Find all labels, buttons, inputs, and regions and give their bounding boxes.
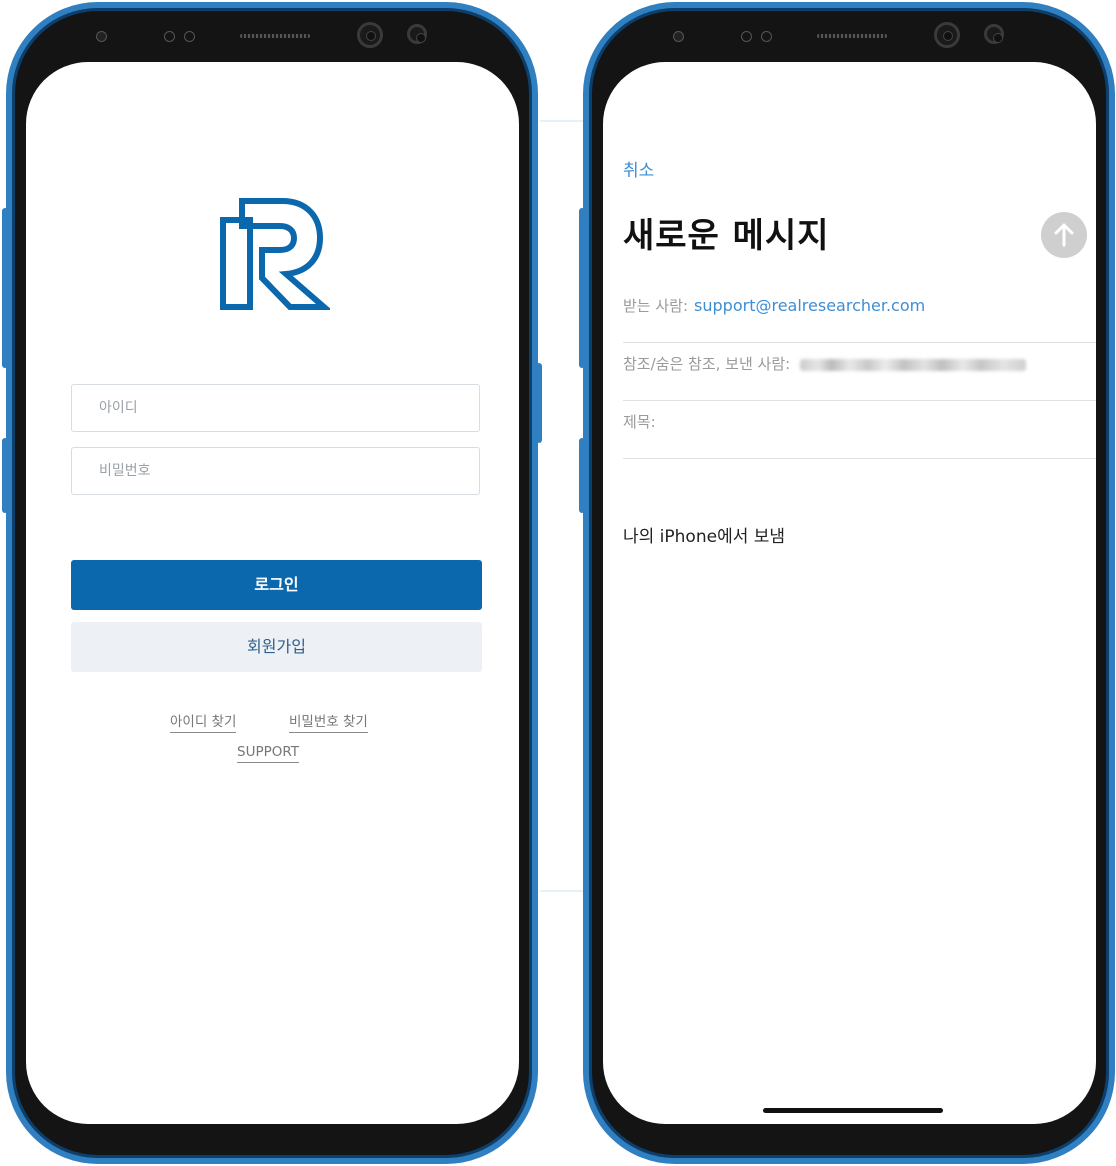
speaker-grille [240, 34, 310, 38]
arrow-up-icon [1054, 223, 1074, 247]
side-button [536, 363, 542, 443]
subject-label: 제목: [623, 413, 656, 431]
front-camera-icon [984, 24, 1004, 44]
phone-frame-mail: 취소 새로운 메시지 받는 사람: support@realresearcher.… [579, 2, 1115, 1164]
cc-label: 참조/숨은 참조, 보낸 사람: [623, 355, 791, 373]
cancel-button[interactable]: 취소 [623, 156, 654, 181]
mail-compose-screen: 취소 새로운 메시지 받는 사람: support@realresearcher.… [603, 62, 1096, 1124]
password-placeholder: 비밀번호 [99, 463, 151, 479]
id-input[interactable]: 아이디 [71, 384, 480, 432]
home-indicator[interactable] [763, 1108, 943, 1113]
front-camera-icon [934, 22, 960, 48]
support-link[interactable]: SUPPORT [237, 744, 300, 763]
sensor-bar [96, 14, 447, 58]
subject-field[interactable]: 제목: [623, 400, 1096, 459]
message-body[interactable]: 나의 iPhone에서 보냄 [623, 522, 785, 547]
find-id-link[interactable]: 아이디 찾기 [170, 710, 237, 733]
side-button [2, 438, 8, 513]
signup-button[interactable]: 회원가입 [71, 622, 482, 672]
front-camera-icon [357, 22, 383, 48]
phone-frame-login: 아이디 비밀번호 로그인 회원가입 아이디 찾기 비밀번호 찾기 SUPPORT [2, 2, 542, 1164]
login-button[interactable]: 로그인 [71, 560, 482, 610]
side-button [579, 208, 585, 368]
sensor-icon [164, 31, 175, 42]
send-button[interactable] [1041, 212, 1087, 258]
speaker-grille [817, 34, 887, 38]
to-label: 받는 사람: [623, 297, 689, 315]
sensor-icon [96, 31, 107, 42]
sensor-icon [761, 31, 772, 42]
to-field[interactable]: 받는 사람: support@realresearcher.com [623, 284, 1096, 343]
sensor-bar [673, 14, 1024, 58]
password-input[interactable]: 비밀번호 [71, 447, 480, 495]
page-title: 새로운 메시지 [623, 216, 830, 256]
front-camera-icon [407, 24, 427, 44]
cc-field[interactable]: 참조/숨은 참조, 보낸 사람: [623, 342, 1096, 401]
id-placeholder: 아이디 [99, 400, 138, 416]
side-button [2, 208, 8, 368]
to-value: support@realresearcher.com [694, 296, 926, 315]
blurred-sender [800, 358, 1027, 371]
find-password-link[interactable]: 비밀번호 찾기 [289, 710, 368, 733]
r-logo-icon [220, 198, 330, 310]
sensor-icon [741, 31, 752, 42]
sensor-icon [184, 31, 195, 42]
side-button [579, 438, 585, 513]
login-screen: 아이디 비밀번호 로그인 회원가입 아이디 찾기 비밀번호 찾기 SUPPORT [26, 62, 519, 1124]
sensor-icon [673, 31, 684, 42]
